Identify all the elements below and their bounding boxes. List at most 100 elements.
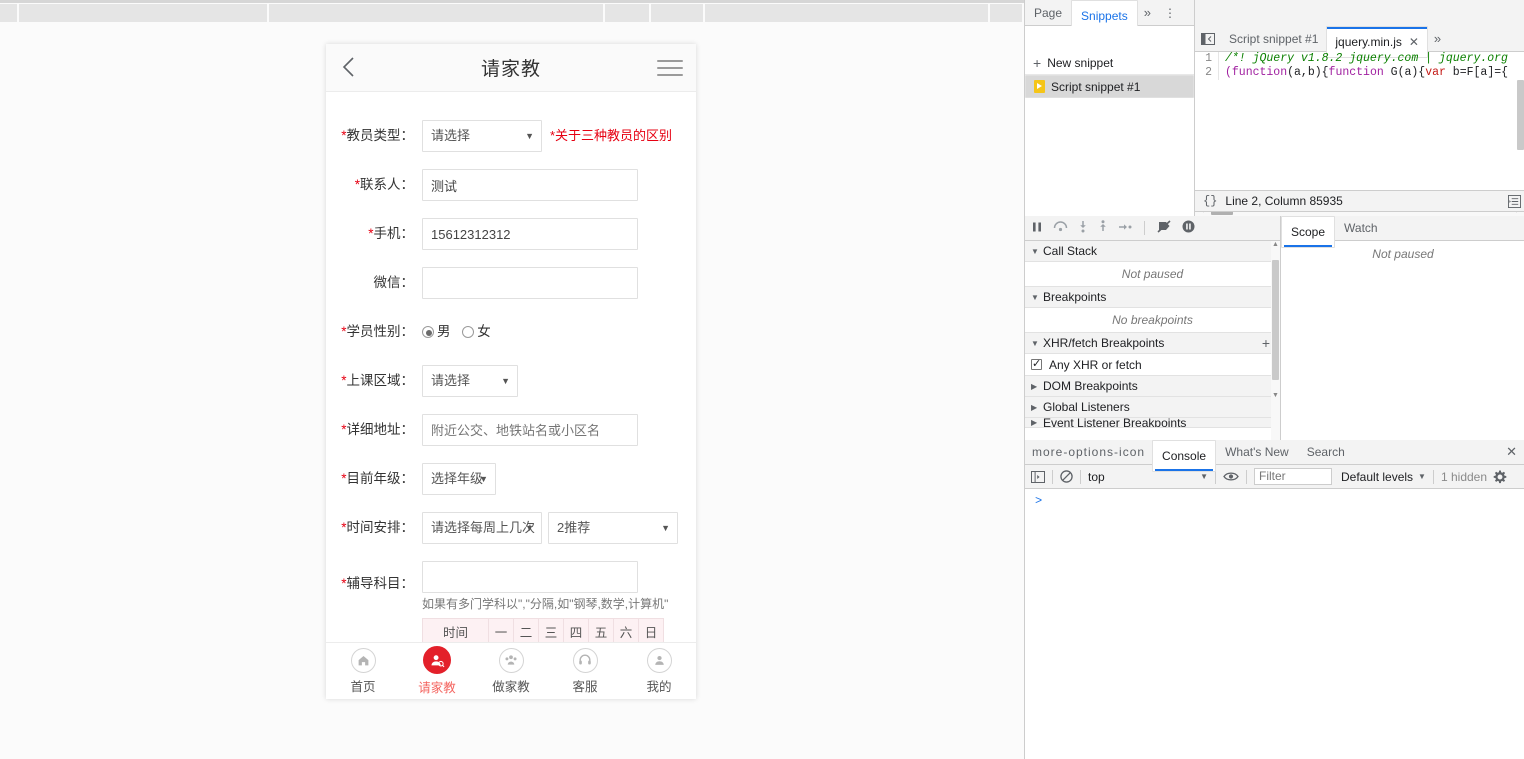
console-drawer: more-options-icon Console What's New Sea… (1025, 440, 1524, 759)
tab-support[interactable]: 客服 (548, 648, 622, 695)
form-row-wechat: 微信： (326, 267, 696, 299)
deactivate-breakpoints-icon[interactable] (1157, 220, 1172, 236)
chevron-left-icon[interactable] (338, 54, 360, 80)
week-day-6[interactable]: 六 (614, 619, 639, 645)
tab-label: 请家教 (400, 677, 474, 696)
clear-console-icon[interactable] (1060, 470, 1073, 483)
address-input[interactable] (422, 414, 638, 446)
contact-name-input[interactable] (422, 169, 638, 201)
code-token: var (1425, 66, 1446, 79)
snippet-list: + New snippet Script snippet #1 (1025, 26, 1195, 216)
section-dom-breakpoints[interactable]: ▶ DOM Breakpoints (1025, 376, 1280, 397)
field-label: *上课区域： (326, 365, 422, 397)
tab-whats-new[interactable]: What's New (1216, 440, 1298, 464)
close-icon[interactable]: ✕ (1498, 440, 1524, 464)
tab-console[interactable]: Console (1152, 440, 1216, 472)
code-line: 2 (function(a,b){function G(a){var b=F[a… (1195, 66, 1524, 80)
console-prompt[interactable]: > (1025, 489, 1524, 508)
section-xhr-breakpoints[interactable]: ▼ XHR/fetch Breakpoints + (1025, 333, 1280, 354)
phone-input[interactable] (422, 218, 638, 250)
more-tabs-icon[interactable]: » (1138, 0, 1157, 25)
editor-vertical-scrollbar[interactable] (1516, 78, 1524, 203)
week-day-2[interactable]: 二 (514, 619, 539, 645)
console-output[interactable]: > (1025, 489, 1524, 759)
gear-icon[interactable] (1493, 470, 1507, 484)
tab-be-tutor[interactable]: 做家教 (474, 648, 548, 695)
section-title: Global Listeners (1043, 400, 1130, 414)
schedule-frequency-select[interactable]: 请选择每周上几次 ▼ (422, 512, 542, 544)
cursor-position-text: Line 2, Column 85935 (1225, 194, 1342, 208)
section-breakpoints[interactable]: ▼ Breakpoints (1025, 287, 1280, 308)
teacher-type-note-link[interactable]: *关于三种教员的区别 (550, 120, 672, 152)
scope-watch-tabrow: Scope Watch (1281, 216, 1524, 241)
format-braces-icon[interactable]: {} (1195, 194, 1225, 208)
section-event-listener-breakpoints[interactable]: ▶ Event Listener Breakpoints (1025, 418, 1280, 428)
add-xhr-breakpoint-icon[interactable]: + (1262, 336, 1270, 350)
tab-scope[interactable]: Scope (1281, 216, 1335, 248)
section-title: XHR/fetch Breakpoints (1043, 336, 1164, 350)
any-xhr-label: Any XHR or fetch (1049, 358, 1142, 372)
tab-request-tutor[interactable]: 请家教 (400, 646, 474, 696)
section-title: Call Stack (1043, 244, 1097, 258)
console-filter-input[interactable]: Filter (1254, 468, 1332, 485)
subject-input[interactable] (422, 561, 638, 593)
more-options-icon[interactable]: ⋮ (1157, 0, 1184, 25)
snippet-item-script-1[interactable]: Script snippet #1 (1025, 75, 1194, 98)
section-global-listeners[interactable]: ▶ Global Listeners (1025, 397, 1280, 418)
week-day-1[interactable]: 一 (489, 619, 514, 645)
editor-tab-script-snippet[interactable]: Script snippet #1 (1221, 26, 1326, 51)
wechat-input[interactable] (422, 267, 638, 299)
scrollbar-thumb[interactable] (1272, 260, 1279, 380)
chevron-right-icon: ▶ (1031, 403, 1043, 412)
checkbox-icon[interactable] (1031, 359, 1042, 370)
show-navigator-icon[interactable] (1195, 26, 1221, 51)
home-icon (351, 648, 376, 673)
gender-radio-female[interactable] (462, 326, 474, 338)
week-day-5[interactable]: 五 (589, 619, 614, 645)
chevron-down-icon: ▼ (525, 513, 534, 543)
schedule-hours-select[interactable]: 2推荐 ▼ (548, 512, 678, 544)
tab-watch[interactable]: Watch (1335, 216, 1387, 240)
console-sidebar-icon[interactable] (1031, 471, 1045, 483)
teacher-type-select[interactable]: 请选择 ▼ (422, 120, 542, 152)
form-row-address: *详细地址： (326, 414, 696, 446)
week-day-4[interactable]: 四 (564, 619, 589, 645)
any-xhr-checkbox-row[interactable]: Any XHR or fetch (1025, 354, 1280, 376)
nav-tab-page[interactable]: Page (1025, 0, 1071, 25)
week-day-3[interactable]: 三 (539, 619, 564, 645)
week-day-7[interactable]: 日 (639, 619, 664, 645)
scroll-down-icon[interactable]: ▼ (1271, 392, 1280, 399)
format-source-icon[interactable] (1508, 195, 1524, 208)
hamburger-menu-icon[interactable] (657, 60, 683, 76)
form-row-teacher-type: *教员类型： 请选择 ▼ *关于三种教员的区别 (326, 120, 696, 152)
tab-label: 首页 (326, 676, 400, 695)
tab-home[interactable]: 首页 (326, 648, 400, 695)
hidden-messages-count[interactable]: 1 hidden (1441, 470, 1487, 484)
section-title: Breakpoints (1043, 290, 1106, 304)
screen-root: 请家教 *教员类型： 请选择 ▼ *关于三种教员的区别 (0, 0, 1524, 759)
weekly-schedule-table[interactable]: 时间 一 二 三 四 五 六 日 (422, 618, 664, 645)
step-into-icon[interactable] (1078, 220, 1088, 236)
more-editor-tabs-icon[interactable]: » (1428, 26, 1447, 51)
scroll-up-icon[interactable]: ▲ (1271, 241, 1280, 248)
step-over-icon[interactable] (1053, 221, 1068, 236)
tab-search[interactable]: Search (1298, 440, 1354, 464)
page-viewport: 请家教 *教员类型： 请选择 ▼ *关于三种教员的区别 (0, 0, 1024, 759)
step-icon[interactable] (1118, 221, 1132, 236)
context-label: top (1088, 470, 1105, 484)
area-select[interactable]: 请选择 ▼ (422, 365, 518, 397)
tab-mine[interactable]: 我的 (622, 648, 696, 695)
pause-on-exceptions-icon[interactable] (1182, 220, 1195, 236)
step-out-icon[interactable] (1098, 220, 1108, 236)
live-expression-icon[interactable] (1223, 471, 1239, 482)
form-row-subject: *辅导科目： 如果有多门学科以","分隔,如"钢琴,数学,计算机" (326, 561, 696, 612)
console-levels-select[interactable]: Default levels ▼ (1341, 470, 1426, 484)
chevron-down-icon: ▼ (1200, 472, 1208, 481)
grade-select[interactable]: 选择年级 ▼ (422, 463, 496, 495)
field-label: *目前年级： (326, 463, 422, 495)
debugger-vertical-scrollbar[interactable]: ▲ ▼ (1271, 241, 1280, 440)
gender-radio-male[interactable] (422, 326, 434, 338)
more-options-icon[interactable]: more-options-icon (1025, 440, 1152, 464)
pause-icon[interactable] (1031, 221, 1043, 236)
section-call-stack[interactable]: ▼ Call Stack (1025, 241, 1280, 262)
